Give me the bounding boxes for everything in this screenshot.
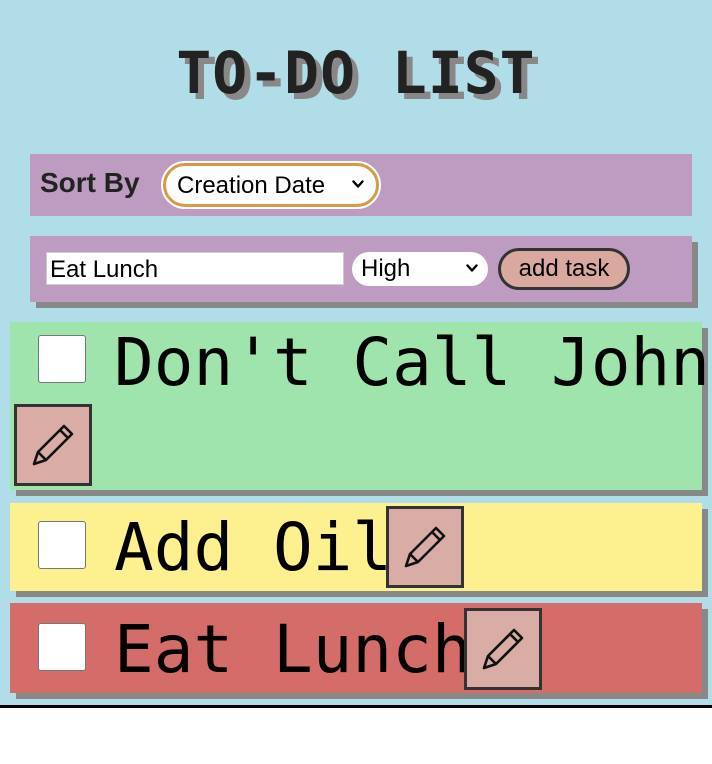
task-checkbox[interactable]	[38, 623, 86, 671]
task-checkbox[interactable]	[38, 521, 86, 569]
sort-select[interactable]: Creation Date	[161, 161, 381, 209]
priority-select-value: High	[361, 255, 411, 282]
chevron-down-icon	[466, 264, 478, 272]
edit-task-button[interactable]	[464, 608, 542, 690]
add-task-panel: Eat Lunch High add task	[30, 236, 692, 302]
page-bottom-border	[0, 705, 712, 708]
sort-label: Sort By	[40, 167, 140, 198]
task-text: Eat Lunch	[114, 611, 472, 688]
task-item: Add Oil	[10, 503, 702, 591]
todo-app: TO-DO LIST Sort By Creation Date Eat Lun…	[0, 0, 712, 706]
page-title: TO-DO LIST	[176, 39, 536, 107]
task-item: Eat Lunch	[10, 603, 702, 693]
task-item: Don't Call John	[10, 322, 710, 490]
task-input-value: Eat Lunch	[50, 256, 159, 283]
pencil-icon	[32, 424, 74, 466]
chevron-down-icon	[352, 180, 364, 188]
task-text: Add Oil	[114, 509, 393, 586]
priority-select[interactable]: High	[352, 252, 488, 286]
edit-task-button[interactable]	[386, 506, 464, 588]
edit-task-button[interactable]	[14, 404, 92, 486]
sort-select-value: Creation Date	[177, 172, 326, 199]
task-text: Don't Call John	[114, 324, 711, 401]
task-input[interactable]: Eat Lunch	[46, 252, 344, 285]
add-task-button[interactable]: add task	[498, 248, 630, 290]
pencil-icon	[404, 526, 446, 568]
task-checkbox[interactable]	[38, 335, 86, 383]
sort-panel: Sort By Creation Date	[30, 154, 692, 216]
pencil-icon	[482, 628, 524, 670]
